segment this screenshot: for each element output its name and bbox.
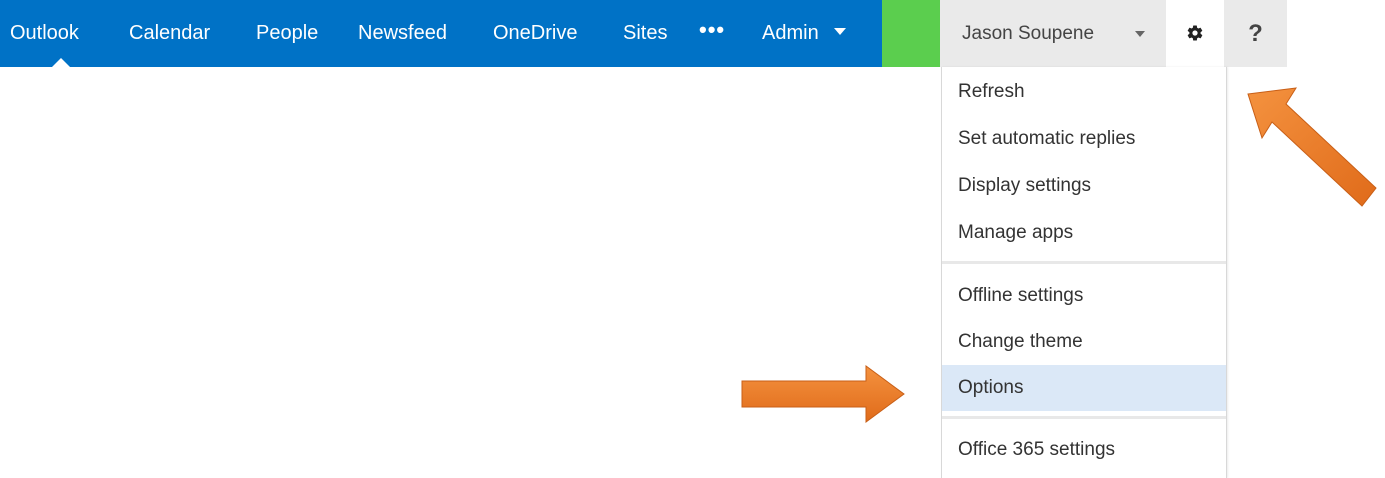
nav-sites[interactable]: Sites [623,0,667,67]
chevron-down-icon [1135,31,1145,37]
gear-icon [1187,25,1203,41]
notification-tile[interactable] [882,0,940,67]
menu-item-label: Change theme [958,331,1083,352]
diagonal-arrow-icon [1247,87,1377,207]
active-indicator [52,58,70,67]
nav-label: OneDrive [493,22,578,44]
menu-item-display-settings[interactable]: Display settings [942,163,1226,209]
menu-item-label: Offline settings [958,285,1084,306]
chevron-down-icon [834,28,847,36]
nav-calendar[interactable]: Calendar [129,0,210,67]
menu-item-change-theme[interactable]: Change theme [942,319,1226,365]
nav-label: Calendar [129,22,211,44]
menu-item-label: Display settings [958,175,1092,196]
help-icon: ? [1248,20,1263,47]
menu-divider [942,261,1226,264]
menu-item-options[interactable]: Options [942,365,1226,411]
nav-label: Sites [623,22,668,44]
nav-label: People [256,22,319,44]
menu-item-refresh[interactable]: Refresh [942,69,1226,115]
menu-item-automatic-replies[interactable]: Set automatic replies [942,116,1226,162]
nav-outlook[interactable]: Outlook [10,0,79,67]
menu-divider [942,416,1226,419]
nav-onedrive[interactable]: OneDrive [493,0,577,67]
settings-button[interactable] [1166,0,1224,67]
help-button[interactable]: ? [1224,0,1287,67]
user-name: Jason Soupene [962,23,1095,44]
ellipsis-icon[interactable]: ••• [699,0,725,67]
menu-item-label: Office 365 settings [958,439,1116,460]
user-menu-button[interactable]: Jason Soupene [940,0,1166,67]
settings-menu: Refresh Set automatic replies Display se… [941,67,1227,478]
menu-item-label: Refresh [958,81,1025,102]
menu-item-label: Set automatic replies [958,128,1136,149]
right-arrow-icon [741,365,905,423]
suite-nav-bar: Outlook Calendar People Newsfeed OneDriv… [0,0,882,67]
menu-item-label: Options [958,377,1024,398]
menu-item-office-365-settings[interactable]: Office 365 settings [942,427,1226,473]
nav-admin[interactable]: Admin [762,0,847,67]
nav-label: Admin [762,22,819,44]
nav-people[interactable]: People [256,0,318,67]
menu-item-manage-apps[interactable]: Manage apps [942,210,1226,256]
menu-item-offline-settings[interactable]: Offline settings [942,273,1226,319]
nav-label: Newsfeed [358,22,447,44]
menu-item-label: Manage apps [958,222,1074,243]
nav-label: Outlook [10,22,79,44]
nav-newsfeed[interactable]: Newsfeed [358,0,447,67]
